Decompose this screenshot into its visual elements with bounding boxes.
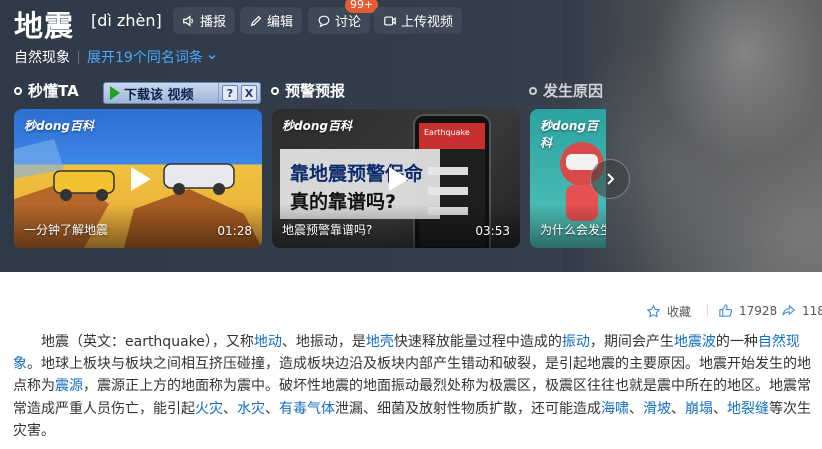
section-bullet-icon bbox=[14, 86, 22, 95]
video-download-toolbar: 下载该 视频 ? X bbox=[103, 82, 261, 104]
upload-video-button[interactable]: 上传视频 bbox=[374, 7, 463, 34]
term-link[interactable]: 海啸 bbox=[601, 401, 629, 417]
section-bullet-icon bbox=[529, 86, 537, 95]
chevron-right-icon bbox=[607, 173, 615, 185]
star-icon bbox=[646, 304, 661, 318]
share-icon bbox=[782, 304, 795, 316]
section-warning[interactable]: 预警预报 bbox=[271, 80, 345, 101]
collect-button[interactable]: 收藏 bbox=[646, 303, 691, 320]
video-upload-icon bbox=[384, 15, 396, 26]
download-close-button[interactable]: X bbox=[241, 85, 257, 101]
video-brand-logo: 秒dong百科 bbox=[540, 119, 598, 150]
video-duration: 03:53 bbox=[475, 224, 510, 238]
section-cause-label: 发生原因 bbox=[543, 82, 604, 100]
term-link[interactable]: 地壳 bbox=[366, 334, 394, 350]
expand-homonyms-link[interactable]: 展开19个同名词条 bbox=[87, 47, 217, 67]
term-link[interactable]: 火灾 bbox=[195, 401, 223, 417]
video-card-2[interactable]: 秒dong百科 Earthquake 靠地震预警保命 真的靠谱吗? 地震预警靠谱… bbox=[272, 109, 520, 248]
play-audio-button[interactable]: 播报 bbox=[173, 7, 236, 34]
summary-text: 泄漏、细菌及放射性物质扩散，还可能造成 bbox=[335, 400, 601, 417]
term-link[interactable]: 滑坡 bbox=[643, 401, 671, 417]
summary-text: 、 bbox=[671, 400, 685, 417]
summary-text: 、 bbox=[629, 400, 643, 417]
page-title: 地震 bbox=[14, 9, 75, 43]
speaker-icon bbox=[183, 14, 193, 27]
divider bbox=[78, 50, 79, 64]
term-link[interactable]: 水灾 bbox=[237, 401, 265, 417]
lemma-summary: 地震（英文：earthquake），又称地动、地振动，是地壳快速释放能量过程中造… bbox=[13, 331, 813, 442]
video-caption: 为什么会发生 bbox=[540, 223, 606, 237]
edit-button[interactable]: 编辑 bbox=[240, 7, 303, 34]
term-link[interactable]: 崩塌 bbox=[685, 401, 713, 417]
lemma-header: 地震 [dì zhèn] 播报 编辑 讨论 99+ 上传视频 自然现象 展开19… bbox=[0, 0, 822, 272]
section-miaodong-label: 秒懂TA bbox=[28, 82, 79, 100]
term-link[interactable]: 有毒气体 bbox=[279, 401, 335, 417]
play-audio-label: 播报 bbox=[200, 15, 227, 30]
share-button[interactable]: 1182 bbox=[770, 303, 822, 318]
upload-video-label: 上传视频 bbox=[401, 15, 454, 30]
term-link[interactable]: 震源 bbox=[55, 378, 83, 394]
thumbs-up-icon bbox=[719, 304, 733, 317]
video-brand-logo: 秒dong百科 bbox=[282, 119, 352, 133]
chevron-down-icon bbox=[208, 54, 216, 60]
video-caption: 地震预警靠谱吗? bbox=[282, 223, 373, 237]
summary-text: 、 bbox=[265, 400, 279, 417]
share-count: 1182 bbox=[802, 303, 822, 318]
phone-screen-label: Earthquake bbox=[424, 128, 470, 137]
category-row: 自然现象 展开19个同名词条 bbox=[14, 47, 217, 67]
video-card-1[interactable]: 秒dong百科 一分钟了解地震 01:28 bbox=[14, 109, 262, 248]
summary-text: ，期间会产生 bbox=[589, 334, 674, 350]
video-brand-logo: 秒dong百科 bbox=[24, 119, 94, 133]
term-link[interactable]: 地动 bbox=[254, 334, 282, 350]
pencil-icon bbox=[250, 15, 262, 26]
section-bullet-icon bbox=[271, 86, 279, 95]
download-video-button[interactable]: 下载该 视频 bbox=[104, 83, 219, 103]
chat-bubble-icon bbox=[318, 15, 330, 27]
collect-label: 收藏 bbox=[667, 305, 692, 319]
download-video-label: 下载该 视频 bbox=[124, 87, 194, 103]
pinyin: [dì zhèn] bbox=[91, 11, 162, 30]
discuss-label: 讨论 bbox=[335, 15, 362, 30]
download-help-button[interactable]: ? bbox=[222, 85, 238, 101]
expand-homonyms-label: 展开19个同名词条 bbox=[87, 50, 203, 66]
video-duration: 01:28 bbox=[217, 224, 252, 238]
section-miaodong[interactable]: 秒懂TA bbox=[14, 80, 79, 101]
section-cause[interactable]: 发生原因 bbox=[529, 80, 603, 101]
category-tag[interactable]: 自然现象 bbox=[14, 47, 70, 67]
edit-label: 编辑 bbox=[267, 15, 294, 30]
section-warning-label: 预警预报 bbox=[285, 82, 346, 100]
summary-text: 快速释放能量过程中造成的 bbox=[393, 334, 562, 350]
download-play-icon bbox=[110, 86, 120, 100]
divider bbox=[707, 304, 708, 317]
summary-text: 、地振动，是 bbox=[281, 334, 366, 350]
term-link[interactable]: 振动 bbox=[562, 334, 590, 350]
term-link[interactable]: 地震波 bbox=[674, 334, 716, 350]
summary-text: 地震（英文：earthquake），又称 bbox=[41, 334, 254, 350]
like-button[interactable]: 17928 bbox=[707, 303, 777, 318]
summary-text: 、 bbox=[223, 400, 237, 417]
carousel-next-button[interactable] bbox=[590, 159, 630, 199]
summary-text: 、 bbox=[713, 400, 727, 417]
summary-text: 的一种 bbox=[715, 334, 758, 350]
term-link[interactable]: 地裂缝 bbox=[727, 401, 769, 417]
play-icon bbox=[131, 166, 151, 191]
video-caption: 一分钟了解地震 bbox=[24, 223, 109, 237]
play-icon bbox=[389, 166, 409, 191]
divider bbox=[770, 304, 771, 317]
